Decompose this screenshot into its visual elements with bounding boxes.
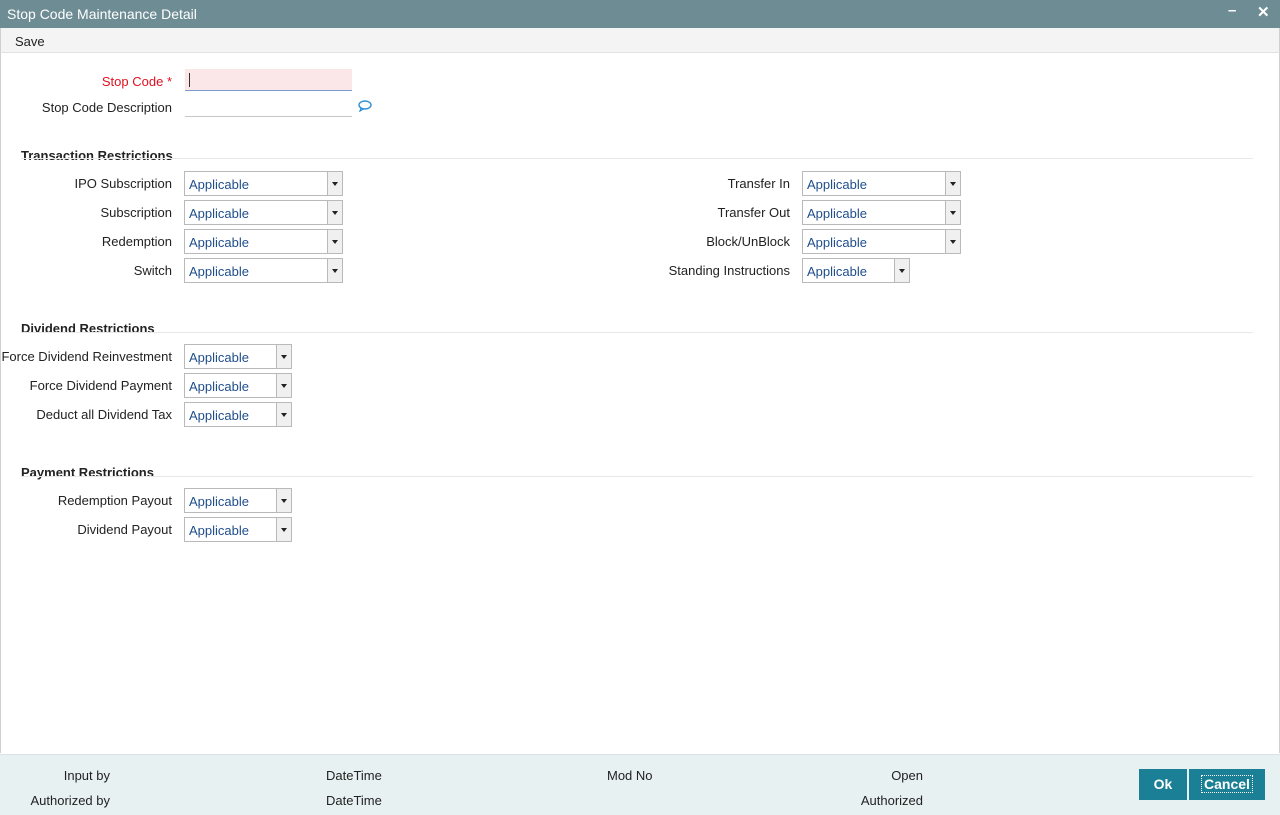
redemption-select[interactable]: Applicable: [184, 229, 343, 254]
cancel-button[interactable]: Cancel: [1189, 769, 1265, 800]
close-icon[interactable]: ✕: [1257, 3, 1270, 21]
ipo-subscription-select[interactable]: Applicable: [184, 171, 343, 196]
redemption-payout-label: Redemption Payout: [57, 493, 172, 508]
stop-code-label: Stop Code *: [101, 74, 172, 89]
audit-footer: Input by Authorized by DateTime DateTime…: [0, 754, 1280, 815]
standing-instructions-select[interactable]: Applicable: [802, 258, 910, 283]
section-divider: [21, 476, 1253, 477]
comment-icon[interactable]: [358, 100, 372, 112]
transfer-out-select[interactable]: Applicable: [802, 200, 961, 225]
mod-no-label: Mod No: [607, 768, 653, 783]
dropdown-arrow-icon: [327, 259, 342, 282]
switch-label: Switch: [133, 263, 172, 278]
dropdown-arrow-icon: [945, 230, 960, 253]
dropdown-arrow-icon: [276, 518, 291, 541]
dropdown-arrow-icon: [276, 374, 291, 397]
cancel-button-label: Cancel: [1201, 775, 1253, 793]
force-dividend-reinvestment-label: Force Dividend Reinvestment: [1, 349, 172, 364]
section-divider: [21, 158, 1253, 159]
dropdown-arrow-icon: [894, 259, 909, 282]
datetime-label: DateTime: [326, 793, 382, 808]
dropdown-arrow-icon: [276, 403, 291, 426]
stop-code-description-input[interactable]: [185, 95, 352, 117]
force-dividend-payment-label: Force Dividend Payment: [29, 378, 172, 393]
transaction-restrictions-title: Transaction Restrictions: [21, 148, 173, 163]
ok-button[interactable]: Ok: [1139, 769, 1187, 800]
minimize-icon[interactable]: –: [1228, 2, 1236, 19]
dropdown-arrow-icon: [945, 172, 960, 195]
authorized-by-label: Authorized by: [30, 793, 111, 808]
window-title: Stop Code Maintenance Detail: [7, 6, 197, 22]
input-by-label: Input by: [63, 768, 110, 783]
authorized-status-label: Authorized: [860, 793, 923, 808]
dividend-payout-label: Dividend Payout: [77, 522, 172, 537]
transfer-out-label: Transfer Out: [717, 205, 790, 220]
stop-code-description-label: Stop Code Description: [41, 100, 172, 115]
dropdown-arrow-icon: [276, 345, 291, 368]
dividend-restrictions-title: Dividend Restrictions: [21, 321, 155, 336]
open-status-label: Open: [891, 768, 923, 783]
dropdown-arrow-icon: [327, 230, 342, 253]
dropdown-arrow-icon: [276, 489, 291, 512]
stop-code-input[interactable]: [185, 69, 352, 91]
text-cursor: [189, 73, 190, 87]
deduct-all-dividend-tax-label: Deduct all Dividend Tax: [36, 407, 172, 422]
transfer-in-label: Transfer In: [727, 176, 790, 191]
force-dividend-reinvestment-select[interactable]: Applicable: [184, 344, 292, 369]
subscription-select[interactable]: Applicable: [184, 200, 343, 225]
block-unblock-select[interactable]: Applicable: [802, 229, 961, 254]
force-dividend-payment-select[interactable]: Applicable: [184, 373, 292, 398]
ipo-subscription-label: IPO Subscription: [74, 176, 172, 191]
subscription-label: Subscription: [100, 205, 172, 220]
standing-instructions-label: Standing Instructions: [668, 263, 790, 278]
payment-restrictions-title: Payment Restrictions: [21, 465, 154, 480]
redemption-label: Redemption: [101, 234, 172, 249]
transfer-in-select[interactable]: Applicable: [802, 171, 961, 196]
deduct-all-dividend-tax-select[interactable]: Applicable: [184, 402, 292, 427]
switch-select[interactable]: Applicable: [184, 258, 343, 283]
toolbar: Save: [0, 28, 1280, 53]
dropdown-arrow-icon: [327, 201, 342, 224]
dropdown-arrow-icon: [327, 172, 342, 195]
section-divider: [21, 332, 1253, 333]
block-unblock-label: Block/UnBlock: [706, 234, 790, 249]
dropdown-arrow-icon: [945, 201, 960, 224]
dividend-payout-select[interactable]: Applicable: [184, 517, 292, 542]
save-button[interactable]: Save: [15, 34, 45, 49]
datetime-label: DateTime: [326, 768, 382, 783]
title-bar: Stop Code Maintenance Detail – ✕: [0, 0, 1280, 28]
redemption-payout-select[interactable]: Applicable: [184, 488, 292, 513]
